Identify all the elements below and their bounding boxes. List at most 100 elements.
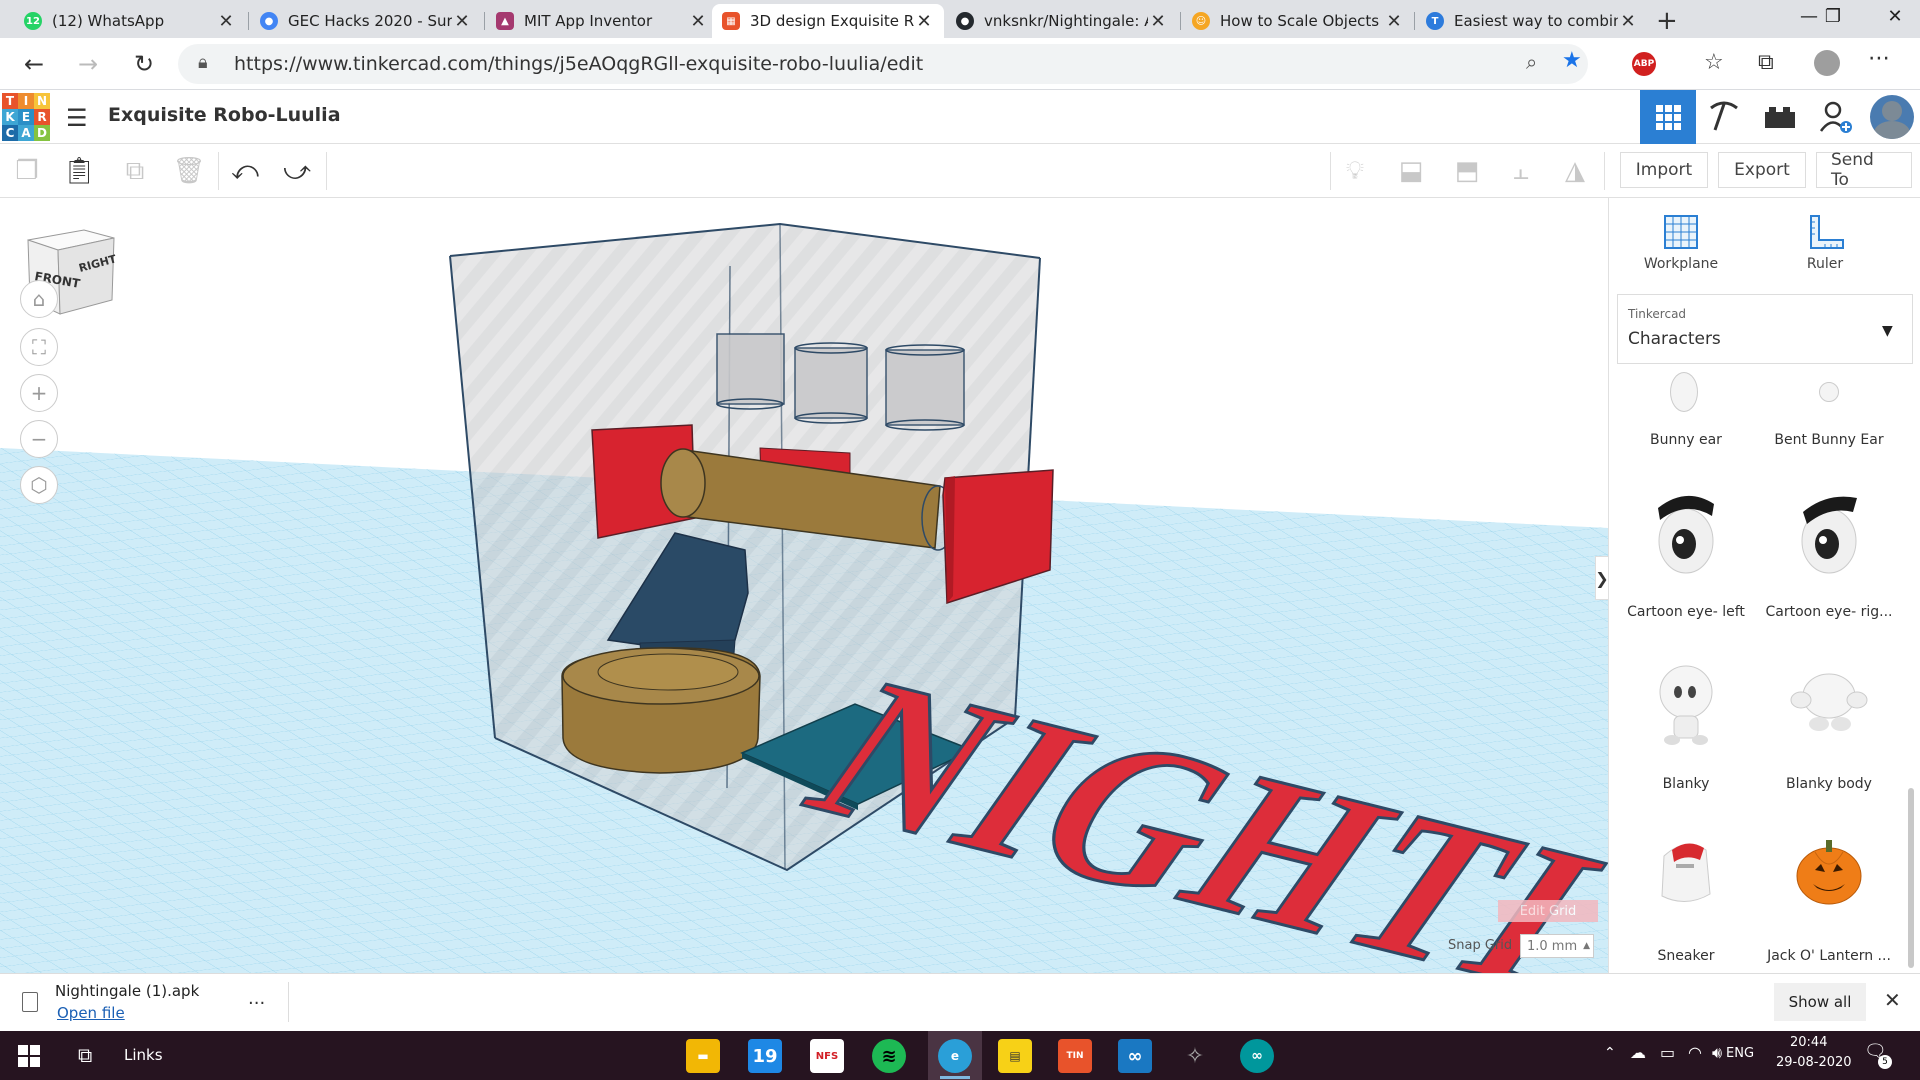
clock-date[interactable]: 29-08-2020 bbox=[1776, 1055, 1852, 1070]
settings-menu-icon[interactable]: ⋯ bbox=[1868, 46, 1890, 71]
copy-icon[interactable]: ❐ bbox=[10, 154, 44, 188]
ortho-view-button[interactable]: ⬡ bbox=[20, 466, 58, 504]
close-tab-icon[interactable]: ✕ bbox=[914, 11, 934, 32]
duplicate-icon[interactable]: ⧉ bbox=[118, 154, 152, 188]
eye-cylinder[interactable] bbox=[794, 342, 868, 424]
refresh-button[interactable]: ↻ bbox=[126, 46, 162, 82]
close-tab-icon[interactable]: ✕ bbox=[1618, 11, 1638, 32]
tube-base[interactable] bbox=[561, 647, 761, 774]
undo-icon[interactable]: ⤺ bbox=[228, 154, 262, 188]
user-avatar[interactable] bbox=[1864, 90, 1920, 144]
spotify-icon[interactable]: ≋ bbox=[872, 1039, 906, 1073]
light-bulb-icon[interactable]: 💡︎ bbox=[1338, 154, 1372, 188]
design-title[interactable]: Exquisite Robo-Luulia bbox=[108, 104, 341, 126]
edit-grid-button[interactable]: Edit Grid bbox=[1498, 900, 1598, 922]
favorites-icon[interactable]: ☆ bbox=[1704, 50, 1724, 75]
nfs-game-icon[interactable]: NFS bbox=[810, 1039, 844, 1073]
links-toolbar[interactable]: Links bbox=[124, 1046, 163, 1064]
maximize-button[interactable]: ❐ bbox=[1808, 0, 1858, 32]
redo-icon[interactable]: ⤻ bbox=[280, 154, 314, 188]
close-window-button[interactable]: ✕ bbox=[1870, 0, 1920, 32]
workplane-tool[interactable]: Workplane bbox=[1621, 212, 1741, 272]
fit-view-button[interactable]: ⛶ bbox=[20, 328, 58, 366]
shape-bunny-ear[interactable]: Bunny ear bbox=[1616, 372, 1756, 448]
align-icon[interactable]: ⫠ bbox=[1504, 154, 1538, 188]
zoom-icon[interactable]: ⌕ bbox=[1526, 50, 1537, 74]
shape-bent-bunny-ear[interactable]: Bent Bunny Ear bbox=[1759, 382, 1899, 448]
address-bar[interactable]: 🔒︎ https://www.tinkercad.com/things/j5eA… bbox=[178, 44, 1588, 84]
browser-tab[interactable]: 12 (12) WhatsApp ✕ bbox=[14, 4, 246, 38]
tinkercad-app-icon[interactable]: TIN bbox=[1058, 1039, 1092, 1073]
download-more-button[interactable]: ... bbox=[248, 988, 265, 1009]
windows-start-icon[interactable] bbox=[18, 1045, 40, 1071]
onedrive-icon[interactable]: ☁ bbox=[1630, 1043, 1646, 1062]
download-filename[interactable]: Nightingale (1).apk bbox=[55, 982, 199, 1000]
shape-blanky-body[interactable]: Blanky body bbox=[1759, 650, 1899, 792]
import-button[interactable]: Import bbox=[1620, 152, 1708, 188]
3d-workspace[interactable]: NIGHTI FRONT RIGHT ⌂ ⛶ + − ⬡ ❯ Edit Grid… bbox=[0, 198, 1608, 973]
show-hidden-icons-chevron-icon[interactable]: ⌃ bbox=[1604, 1045, 1616, 1061]
shape-cartoon-eye-left[interactable]: Cartoon eye- left bbox=[1616, 478, 1756, 620]
delete-icon[interactable]: 🗑︎ bbox=[172, 154, 206, 188]
infinity-app-icon[interactable]: ∞ bbox=[1118, 1039, 1152, 1073]
zoom-out-button[interactable]: − bbox=[20, 420, 58, 458]
browser-tab-active[interactable]: ▦ 3D design Exquisite Ro ✕ bbox=[712, 4, 944, 38]
snap-grid-select[interactable]: 1.0 mm ▲ bbox=[1520, 934, 1594, 958]
home-view-button[interactable]: ⌂ bbox=[20, 280, 58, 318]
browser-tab[interactable]: T Easiest way to combine ✕ bbox=[1416, 4, 1648, 38]
design-list-icon[interactable]: ☰ bbox=[66, 104, 88, 132]
ruler-tool[interactable]: Ruler bbox=[1765, 212, 1885, 272]
tinkercad-logo[interactable]: T I N K E R C A D bbox=[2, 93, 50, 141]
shape-sneaker[interactable]: Sneaker bbox=[1616, 822, 1756, 964]
close-tab-icon[interactable]: ✕ bbox=[216, 11, 236, 32]
export-button[interactable]: Export bbox=[1718, 152, 1806, 188]
workplane-canvas[interactable]: NIGHTI bbox=[0, 198, 1608, 973]
bricks-button[interactable] bbox=[1752, 90, 1808, 144]
edge-browser-icon[interactable]: e bbox=[938, 1039, 972, 1073]
close-downloads-icon[interactable]: ✕ bbox=[1884, 988, 1901, 1012]
forward-button[interactable]: → bbox=[70, 46, 106, 82]
language-indicator[interactable]: ENG bbox=[1726, 1046, 1754, 1061]
close-tab-icon[interactable]: ✕ bbox=[1384, 11, 1404, 32]
eye-cylinder[interactable] bbox=[885, 344, 965, 431]
show-all-downloads-button[interactable]: Show all bbox=[1774, 983, 1866, 1021]
url-text[interactable]: https://www.tinkercad.com/things/j5eAOqg… bbox=[234, 53, 923, 75]
task-view-icon[interactable]: ⧉ bbox=[78, 1043, 92, 1067]
new-tab-button[interactable]: + bbox=[1656, 6, 1678, 36]
3d-view-button[interactable] bbox=[1640, 90, 1696, 144]
add-user-button[interactable] bbox=[1808, 90, 1864, 144]
close-tab-icon[interactable]: ✕ bbox=[1148, 11, 1168, 32]
blocks-button[interactable] bbox=[1696, 90, 1752, 144]
sticky-notes-icon[interactable]: ▤ bbox=[998, 1039, 1032, 1073]
shape-library-dropdown[interactable]: Tinkercad Characters ▼ bbox=[1617, 294, 1913, 364]
clock-time[interactable]: 20:44 bbox=[1790, 1035, 1827, 1050]
calendar-app-icon[interactable]: 19 bbox=[748, 1039, 782, 1073]
shape-blanky[interactable]: Blanky bbox=[1616, 650, 1756, 792]
paste-icon[interactable]: 📋︎ bbox=[62, 154, 96, 188]
collections-icon[interactable]: ⧉ bbox=[1758, 50, 1774, 75]
star-icon[interactable]: ★ bbox=[1562, 48, 1582, 73]
shape-cartoon-eye-right[interactable]: Cartoon eye- rig... bbox=[1759, 478, 1899, 620]
eye-cylinder[interactable] bbox=[716, 333, 785, 410]
volume-icon[interactable]: 🔊︎ bbox=[1712, 1043, 1722, 1063]
panel-scrollbar[interactable] bbox=[1908, 788, 1914, 968]
back-button[interactable]: ← bbox=[16, 46, 52, 82]
browser-tab[interactable]: ● vnksnkr/Nightingale: A ✕ bbox=[946, 4, 1178, 38]
ungroup-icon[interactable]: ⬒ bbox=[1450, 154, 1484, 188]
send-to-button[interactable]: Send To bbox=[1816, 150, 1912, 190]
close-tab-icon[interactable]: ✕ bbox=[452, 11, 472, 32]
mirror-icon[interactable]: ◮ bbox=[1558, 154, 1592, 188]
shape-jack-o-lantern[interactable]: Jack O' Lantern ... bbox=[1759, 822, 1899, 964]
wifi-icon[interactable]: ◠ bbox=[1688, 1043, 1702, 1062]
profile-avatar[interactable] bbox=[1814, 50, 1840, 76]
close-tab-icon[interactable]: ✕ bbox=[688, 11, 708, 32]
collapse-panel-chevron-icon[interactable]: ❯ bbox=[1595, 556, 1608, 600]
satellite-app-icon[interactable]: ✧ bbox=[1178, 1039, 1212, 1073]
browser-tab[interactable]: ▲ MIT App Inventor ✕ bbox=[486, 4, 718, 38]
adblock-icon[interactable]: ABP bbox=[1632, 52, 1656, 76]
zoom-in-button[interactable]: + bbox=[20, 374, 58, 412]
open-file-link[interactable]: Open file bbox=[57, 1004, 125, 1022]
battery-icon[interactable]: ▭ bbox=[1660, 1043, 1675, 1062]
browser-tab[interactable]: ☺ How to Scale Objects - ✕ bbox=[1182, 4, 1414, 38]
file-explorer-icon[interactable]: ▬ bbox=[686, 1039, 720, 1073]
